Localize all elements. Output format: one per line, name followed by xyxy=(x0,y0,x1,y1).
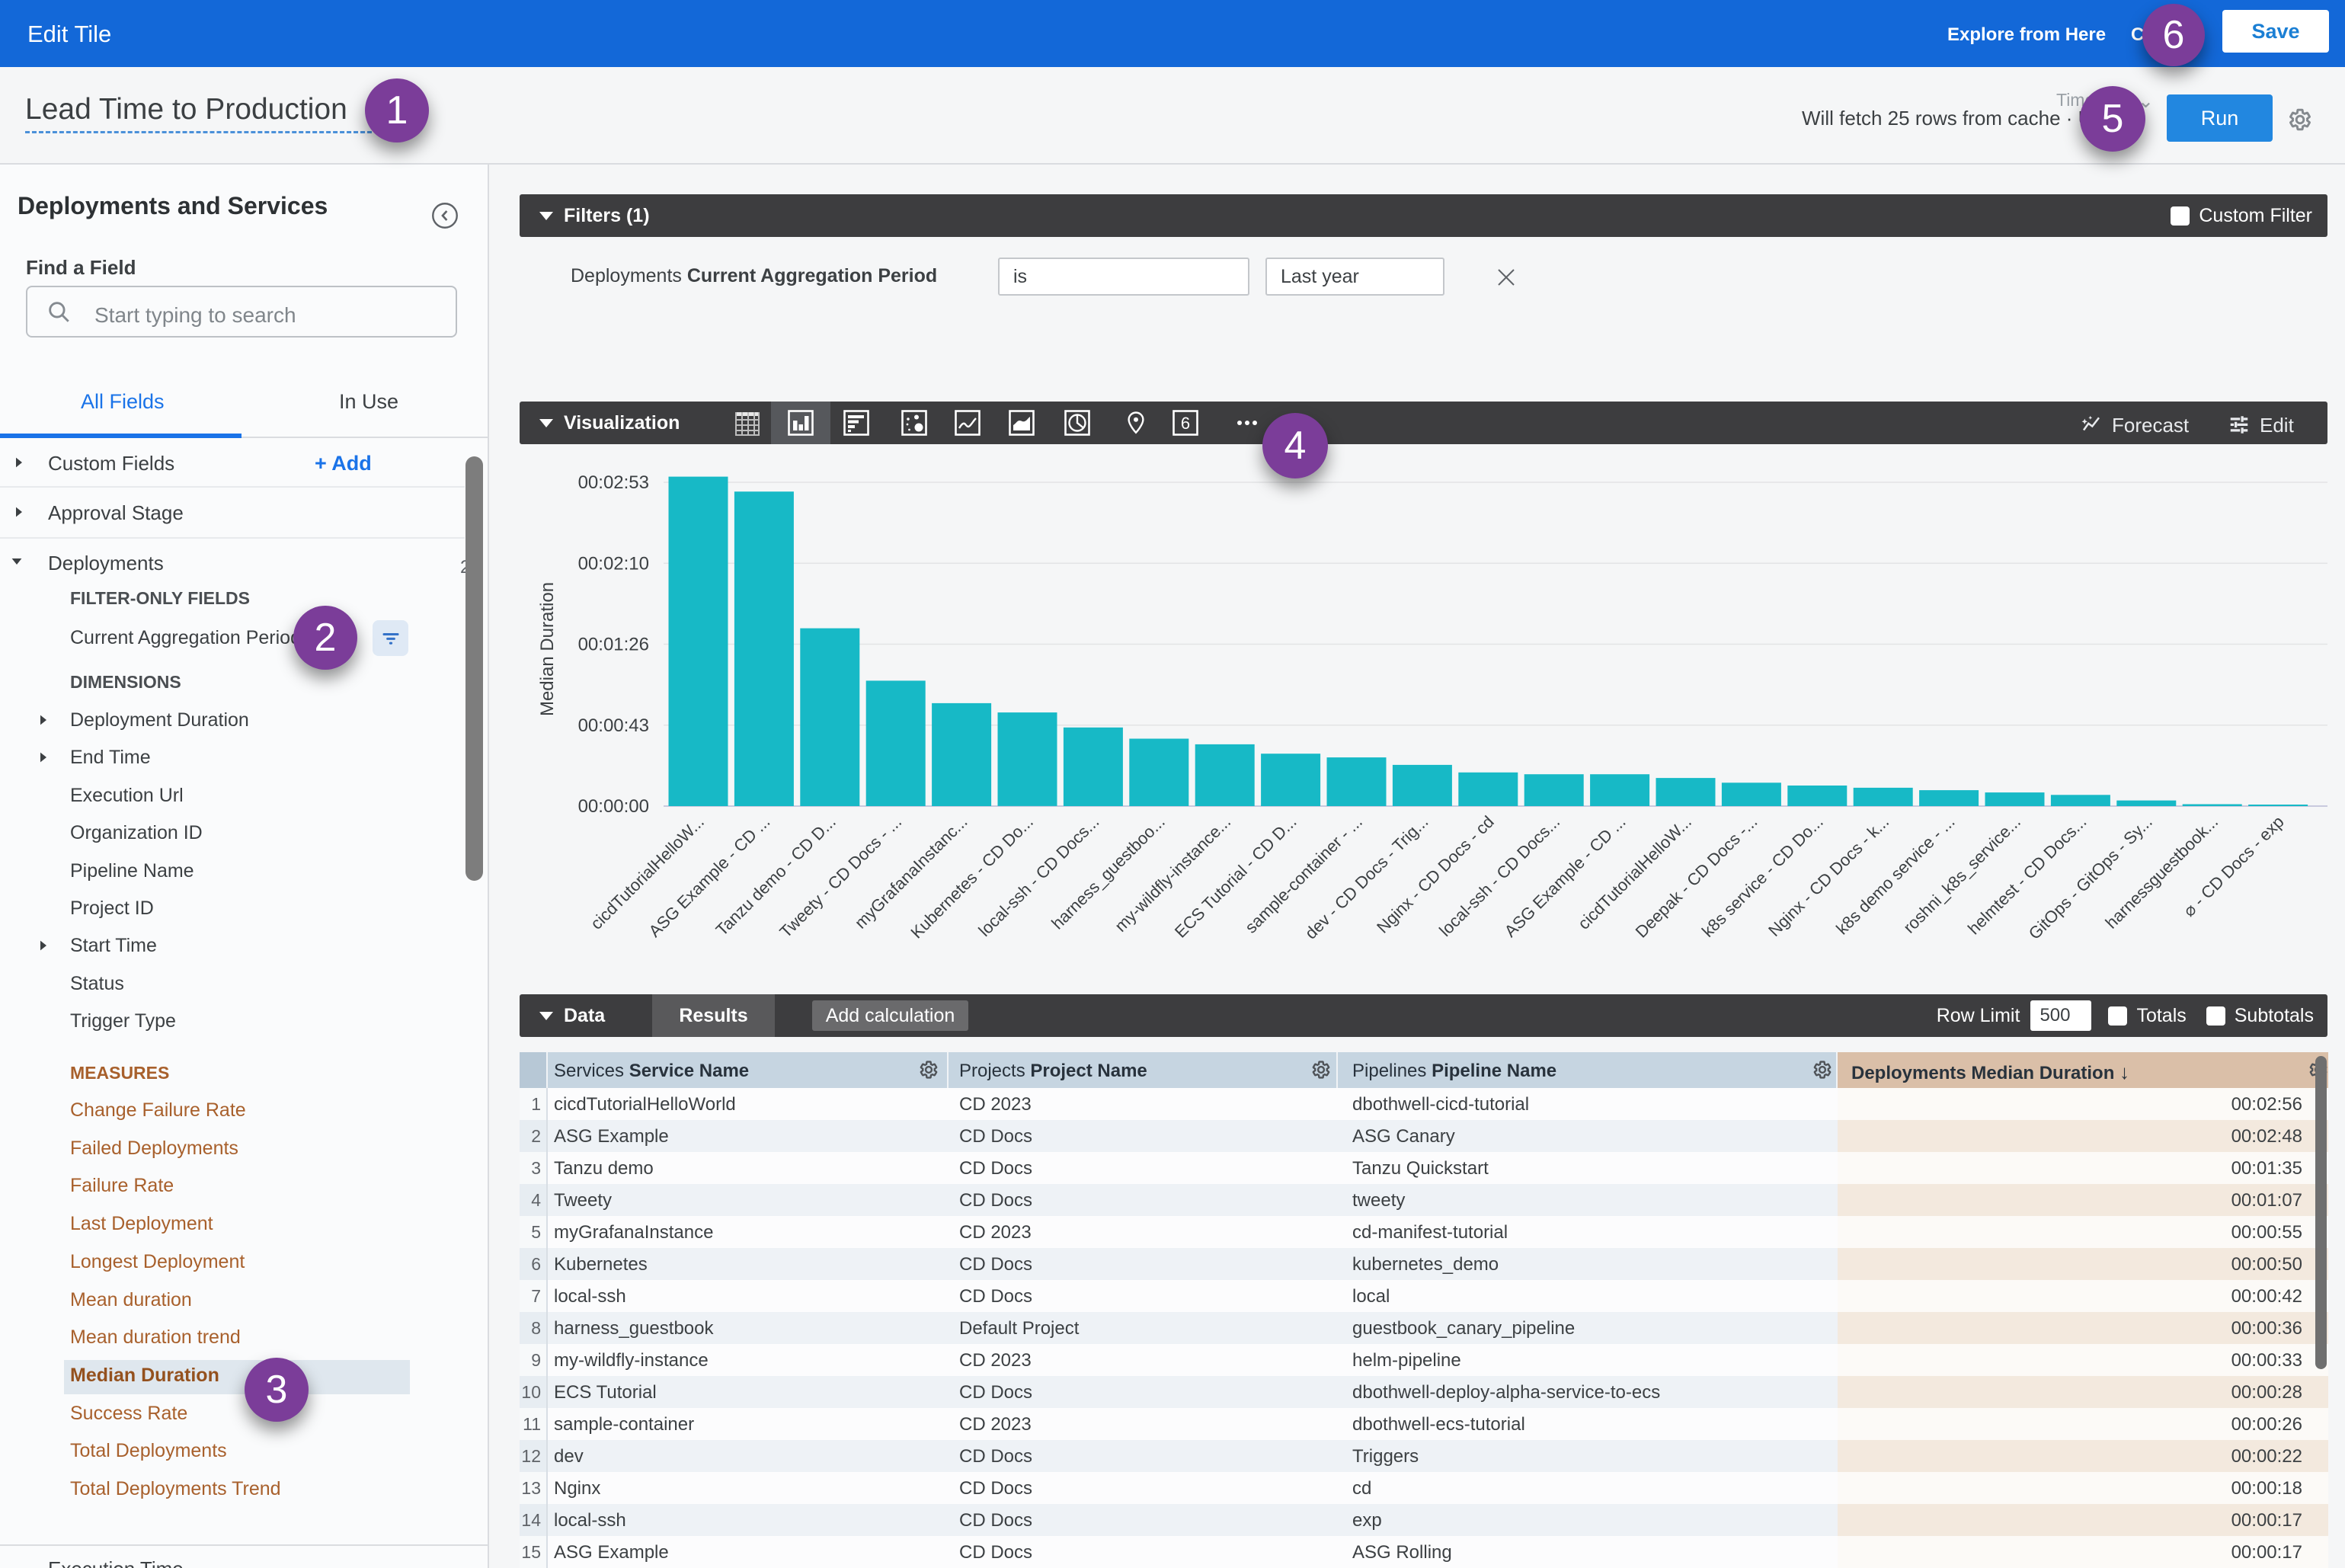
svg-text:my-wildfly-instance...: my-wildfly-instance... xyxy=(1111,812,1234,936)
svg-text:local-ssh - CD Docs...: local-ssh - CD Docs... xyxy=(974,812,1102,940)
svg-text:Nginx - CD Docs - k...: Nginx - CD Docs - k... xyxy=(1764,812,1892,940)
svg-text:cicdTutorialHelloW...: cicdTutorialHelloW... xyxy=(587,812,708,933)
svg-text:harnessguestbook...: harnessguestbook... xyxy=(2101,812,2222,933)
svg-text:00:00:43: 00:00:43 xyxy=(578,715,649,736)
svg-text:helmtest - CD Docs...: helmtest - CD Docs... xyxy=(1964,812,2090,938)
svg-text:dev - CD Docs - Trig...: dev - CD Docs - Trig... xyxy=(1301,812,1432,943)
svg-text:00:01:26: 00:01:26 xyxy=(578,635,649,655)
svg-text:local-ssh - CD Docs...: local-ssh - CD Docs... xyxy=(1435,812,1563,940)
svg-text:Tweety - CD Docs - ...: Tweety - CD Docs - ... xyxy=(776,812,905,942)
svg-text:roshni_k8s_service...: roshni_k8s_service... xyxy=(1899,812,2024,937)
svg-text:k8s demo service - ...: k8s demo service - ... xyxy=(1832,812,1959,939)
svg-text:myGrafanaInstanc...: myGrafanaInstanc... xyxy=(851,812,971,933)
svg-text:cicdTutorialHelloW...: cicdTutorialHelloW... xyxy=(1574,812,1695,933)
svg-text:00:00:00: 00:00:00 xyxy=(578,796,649,817)
svg-text:k8s service - CD Do...: k8s service - CD Do... xyxy=(1698,812,1827,941)
svg-text:sample-container - ...: sample-container - ... xyxy=(1241,812,1366,937)
svg-text:Median Duration: Median Duration xyxy=(537,582,558,716)
svg-text:00:02:10: 00:02:10 xyxy=(578,553,649,574)
svg-text:Tanzu demo - CD D...: Tanzu demo - CD D... xyxy=(712,812,840,939)
svg-text:ASG Example - CD ...: ASG Example - CD ... xyxy=(1501,812,1630,941)
svg-text:ECS Tutorial - CD D...: ECS Tutorial - CD D... xyxy=(1171,812,1300,942)
svg-text:Nginx - CD Docs - cd: Nginx - CD Docs - cd xyxy=(1373,812,1498,937)
svg-text:6: 6 xyxy=(1181,414,1190,433)
svg-text:00:02:53: 00:02:53 xyxy=(578,472,649,493)
svg-text:Kubernetes - CD Do...: Kubernetes - CD Do... xyxy=(907,812,1037,942)
svg-text:Deepak - CD Docs -...: Deepak - CD Docs -... xyxy=(1632,812,1761,942)
svg-text:harness_guestboo...: harness_guestboo... xyxy=(1048,812,1169,933)
svg-text:ASG Example - CD ...: ASG Example - CD ... xyxy=(645,812,773,941)
svg-text:GitOps - GitOps - Sy...: GitOps - GitOps - Sy... xyxy=(2025,812,2156,943)
